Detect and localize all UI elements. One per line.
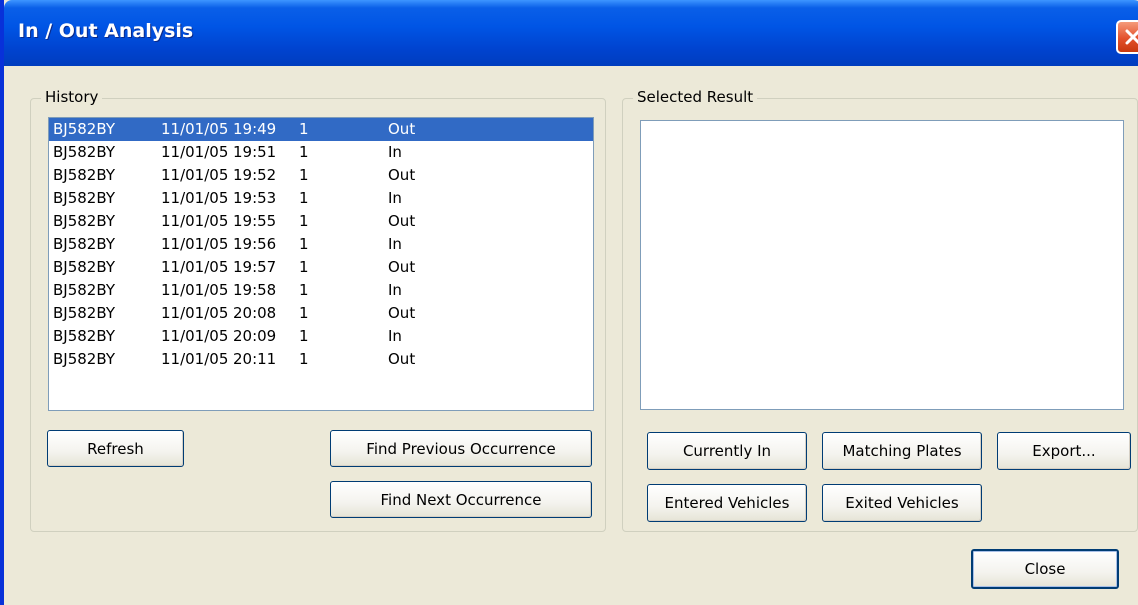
title-bar[interactable]: In / Out Analysis bbox=[4, 0, 1138, 66]
history-row-time: 19:49 bbox=[233, 120, 277, 138]
history-row-plate: BJ582BY bbox=[53, 143, 115, 161]
history-row-count: 1 bbox=[299, 143, 309, 161]
history-row-plate: BJ582BY bbox=[53, 189, 115, 207]
history-row[interactable]: BJ582BY 11/01/05 19:53 1 In bbox=[49, 187, 593, 210]
history-row-direction: In bbox=[388, 281, 402, 299]
export-button[interactable]: Export... bbox=[997, 432, 1131, 470]
history-row-direction: In bbox=[388, 143, 402, 161]
history-row-direction: Out bbox=[388, 166, 416, 184]
history-row-direction: Out bbox=[388, 258, 416, 276]
history-row-count: 1 bbox=[299, 189, 309, 207]
history-row-count: 1 bbox=[299, 166, 309, 184]
history-row[interactable]: BJ582BY 11/01/05 20:09 1 In bbox=[49, 325, 593, 348]
title-close-button[interactable] bbox=[1116, 20, 1138, 54]
history-row-direction: In bbox=[388, 189, 402, 207]
history-row[interactable]: BJ582BY 11/01/05 19:56 1 In bbox=[49, 233, 593, 256]
history-row[interactable]: BJ582BY 11/01/05 20:11 1 Out bbox=[49, 348, 593, 371]
window-title: In / Out Analysis bbox=[18, 20, 194, 42]
history-row-time: 19:52 bbox=[233, 166, 277, 184]
history-list[interactable]: BJ582BY 11/01/05 19:49 1 Out BJ582BY 11/01/05 1… bbox=[48, 117, 594, 411]
history-row-direction: Out bbox=[388, 350, 416, 368]
history-row[interactable]: BJ582BY 11/01/05 19:55 1 Out bbox=[49, 210, 593, 233]
history-row[interactable]: BJ582BY 11/01/05 19:57 1 Out bbox=[49, 256, 593, 279]
history-row-count: 1 bbox=[299, 235, 309, 253]
find-next-occurrence-button[interactable]: Find Next Occurrence bbox=[330, 481, 592, 518]
history-row-plate: BJ582BY bbox=[53, 304, 115, 322]
history-row-plate: BJ582BY bbox=[53, 166, 115, 184]
history-row-time: 19:51 bbox=[233, 143, 277, 161]
history-row-date: 11/01/05 bbox=[161, 304, 229, 322]
history-row-date: 11/01/05 bbox=[161, 327, 229, 345]
selected-result-list[interactable] bbox=[640, 120, 1124, 410]
entered-vehicles-button[interactable]: Entered Vehicles bbox=[647, 484, 807, 522]
history-row-count: 1 bbox=[299, 281, 309, 299]
history-row[interactable]: BJ582BY 11/01/05 19:52 1 Out bbox=[49, 164, 593, 187]
history-row-time: 19:55 bbox=[233, 212, 277, 230]
history-row-time: 19:58 bbox=[233, 281, 277, 299]
selected-result-group-label: Selected Result bbox=[633, 88, 758, 106]
history-row-date: 11/01/05 bbox=[161, 258, 229, 276]
exited-vehicles-button[interactable]: Exited Vehicles bbox=[822, 484, 982, 522]
history-row-plate: BJ582BY bbox=[53, 350, 115, 368]
history-row-plate: BJ582BY bbox=[53, 212, 115, 230]
history-row-count: 1 bbox=[299, 304, 309, 322]
history-row-count: 1 bbox=[299, 212, 309, 230]
history-rows: BJ582BY 11/01/05 19:49 1 Out BJ582BY 11/01/05 1… bbox=[49, 118, 593, 371]
history-row-count: 1 bbox=[299, 350, 309, 368]
history-row-plate: BJ582BY bbox=[53, 120, 115, 138]
history-row-direction: In bbox=[388, 327, 402, 345]
history-row-plate: BJ582BY bbox=[53, 258, 115, 276]
in-out-analysis-window: In / Out Analysis History BJ582BY 11/01/0… bbox=[0, 0, 1138, 605]
history-row-plate: BJ582BY bbox=[53, 281, 115, 299]
history-row-date: 11/01/05 bbox=[161, 189, 229, 207]
close-x-icon bbox=[1125, 29, 1138, 45]
history-row-time: 19:56 bbox=[233, 235, 277, 253]
history-row-time: 19:53 bbox=[233, 189, 277, 207]
history-row[interactable]: BJ582BY 11/01/05 20:08 1 Out bbox=[49, 302, 593, 325]
history-row[interactable]: BJ582BY 11/01/05 19:49 1 Out bbox=[49, 118, 593, 141]
history-row-direction: Out bbox=[388, 304, 416, 322]
history-row-date: 11/01/05 bbox=[161, 212, 229, 230]
history-row-time: 20:11 bbox=[233, 350, 277, 368]
history-row-direction: In bbox=[388, 235, 402, 253]
history-row-date: 11/01/05 bbox=[161, 235, 229, 253]
close-button[interactable]: Close bbox=[971, 549, 1119, 589]
history-row-date: 11/01/05 bbox=[161, 143, 229, 161]
history-group-label: History bbox=[41, 88, 103, 106]
find-previous-occurrence-button[interactable]: Find Previous Occurrence bbox=[330, 430, 592, 467]
history-row-time: 20:08 bbox=[233, 304, 277, 322]
history-row-direction: Out bbox=[388, 212, 416, 230]
history-row[interactable]: BJ582BY 11/01/05 19:58 1 In bbox=[49, 279, 593, 302]
history-row[interactable]: BJ582BY 11/01/05 19:51 1 In bbox=[49, 141, 593, 164]
history-row-date: 11/01/05 bbox=[161, 120, 229, 138]
history-row-time: 20:09 bbox=[233, 327, 277, 345]
currently-in-button[interactable]: Currently In bbox=[647, 432, 807, 470]
history-row-time: 19:57 bbox=[233, 258, 277, 276]
refresh-button[interactable]: Refresh bbox=[47, 430, 184, 467]
history-row-plate: BJ582BY bbox=[53, 327, 115, 345]
history-row-date: 11/01/05 bbox=[161, 350, 229, 368]
history-row-plate: BJ582BY bbox=[53, 235, 115, 253]
history-row-date: 11/01/05 bbox=[161, 166, 229, 184]
history-row-direction: Out bbox=[388, 120, 416, 138]
history-row-count: 1 bbox=[299, 120, 309, 138]
history-row-date: 11/01/05 bbox=[161, 281, 229, 299]
history-row-count: 1 bbox=[299, 327, 309, 345]
matching-plates-button[interactable]: Matching Plates bbox=[822, 432, 982, 470]
history-row-count: 1 bbox=[299, 258, 309, 276]
